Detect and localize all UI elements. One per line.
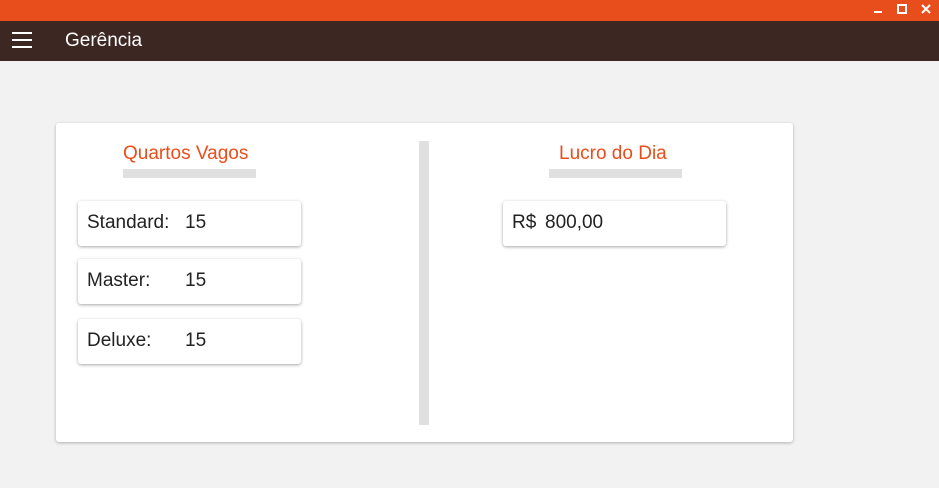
deluxe-rooms-value: 15 — [185, 330, 207, 351]
master-rooms-value: 15 — [185, 270, 207, 291]
vacant-rooms-title-underline — [123, 169, 256, 178]
master-rooms-label: Master: — [87, 270, 151, 291]
app-bar: Gerência — [0, 21, 939, 61]
minimize-icon[interactable] — [871, 3, 885, 17]
daily-profit-title: Lucro do Dia — [559, 143, 667, 164]
page-title: Gerência — [65, 30, 143, 51]
deluxe-rooms-label: Deluxe: — [87, 330, 152, 351]
section-divider — [419, 141, 429, 425]
deluxe-rooms-box: Deluxe: 15 — [78, 319, 301, 364]
standard-rooms-box: Standard: 15 — [78, 201, 301, 246]
close-icon[interactable] — [919, 3, 933, 17]
standard-rooms-label: Standard: — [87, 212, 170, 233]
window-titlebar — [0, 0, 939, 21]
daily-profit-value: 800,00 — [545, 212, 604, 233]
daily-profit-title-underline — [549, 169, 682, 178]
hamburger-menu-icon[interactable] — [12, 32, 34, 50]
master-rooms-box: Master: 15 — [78, 259, 301, 304]
vacant-rooms-title: Quartos Vagos — [123, 143, 249, 164]
standard-rooms-value: 15 — [185, 212, 207, 233]
daily-profit-box: R$ 800,00 — [503, 201, 726, 246]
dashboard-card: Quartos Vagos Standard: 15 Master: 15 De… — [56, 123, 793, 442]
currency-symbol: R$ — [512, 212, 537, 233]
maximize-icon[interactable] — [895, 3, 909, 17]
